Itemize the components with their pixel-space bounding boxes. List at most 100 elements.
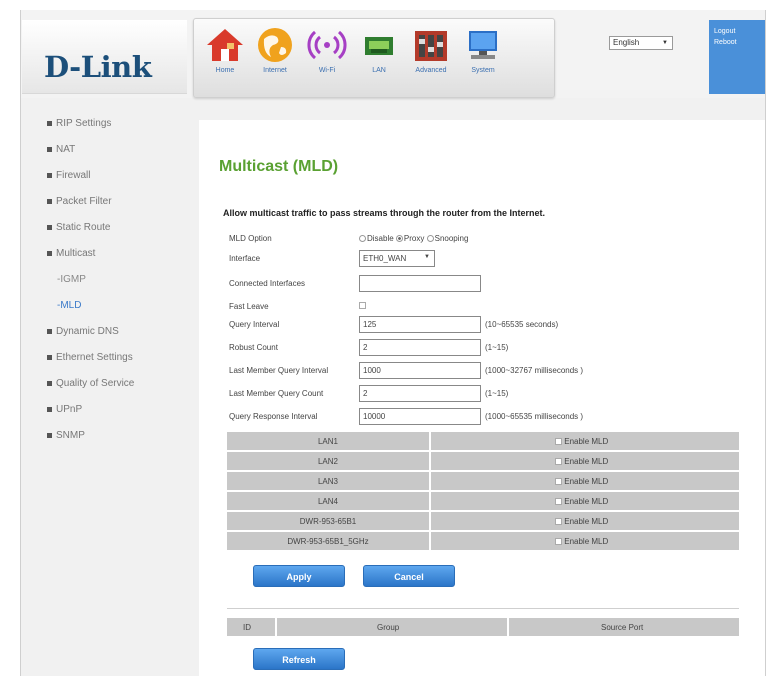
col-header-group: Group: [377, 623, 400, 632]
nav-wifi[interactable]: Wi-Fi: [304, 25, 350, 91]
sidebar-item-ethernet-settings[interactable]: Ethernet Settings: [21, 344, 197, 370]
lmq-count-row: Last Member Query Count 2 (1~15): [229, 385, 749, 403]
page-title: Multicast (MLD): [219, 158, 339, 175]
nav-system[interactable]: System: [460, 25, 506, 91]
sidebar-item-label: Dynamic DNS: [56, 325, 119, 337]
nav-label-internet: Internet: [263, 67, 287, 74]
bullet-icon: [47, 250, 52, 256]
sidebar-item-static-route[interactable]: Static Route: [21, 214, 197, 240]
bullet-icon: [47, 198, 52, 204]
port-enable-cell: Enable MLD: [431, 512, 739, 530]
enable-mld-label: Enable MLD: [564, 496, 609, 506]
sidebar-subitem-label: -MLD: [57, 299, 82, 311]
enable-mld-checkbox[interactable]: [555, 497, 562, 505]
language-select[interactable]: English ▼: [609, 36, 673, 50]
apply-button[interactable]: Apply: [253, 565, 345, 587]
sidebar-item-snmp[interactable]: SNMP: [21, 422, 197, 448]
header: D-Link Home Internet Wi-Fi LAN Advanced …: [21, 10, 765, 98]
radio-disable[interactable]: [359, 235, 366, 242]
port-enable-cell: Enable MLD: [431, 452, 739, 470]
enable-mld-label: Enable MLD: [564, 456, 609, 466]
radio-snooping-label: Snooping: [434, 234, 469, 243]
logo-box: D-Link: [22, 20, 187, 94]
cancel-button[interactable]: Cancel: [363, 565, 455, 587]
lmq-count-field[interactable]: 2: [359, 385, 481, 402]
table-row: DWR-953-65B1 Enable MLD: [227, 512, 739, 530]
main-content: Multicast (MLD) Allow multicast traffic …: [199, 120, 765, 676]
system-icon: [469, 31, 497, 59]
enable-mld-checkbox[interactable]: [555, 477, 562, 485]
sidebar-item-label: RIP Settings: [56, 117, 112, 129]
account-box: Logout Reboot: [709, 20, 765, 94]
sidebar-item-label: UPnP: [56, 403, 83, 415]
nav-advanced[interactable]: Advanced: [408, 25, 454, 91]
port-enable-cell: Enable MLD: [431, 492, 739, 510]
enable-mld-checkbox[interactable]: [555, 437, 562, 445]
sidebar-item-multicast[interactable]: Multicast: [21, 240, 197, 266]
qr-interval-field[interactable]: 10000: [359, 408, 481, 425]
sidebar-item-packet-filter[interactable]: Packet Filter: [21, 188, 197, 214]
reboot-link[interactable]: Reboot: [714, 37, 760, 48]
port-name: DWR-953-65B1: [227, 512, 431, 530]
nav-label-system: System: [471, 67, 495, 74]
sidebar-item-label: Ethernet Settings: [56, 351, 133, 363]
refresh-button[interactable]: Refresh: [253, 648, 345, 670]
language-value: English: [613, 38, 640, 47]
mld-option-radios: Disable Proxy Snooping: [359, 234, 468, 243]
radio-proxy[interactable]: [395, 235, 403, 242]
sidebar-item-nat[interactable]: NAT: [21, 136, 197, 162]
sidebar-item-upnp[interactable]: UPnP: [21, 396, 197, 422]
sidebar-item-rip-settings[interactable]: RIP Settings: [21, 110, 197, 136]
radio-disable-label: Disable: [367, 234, 394, 243]
port-enable-cell: Enable MLD: [431, 432, 739, 450]
nav-internet[interactable]: Internet: [252, 25, 298, 91]
enable-mld-label: Enable MLD: [564, 516, 609, 526]
lmq-interval-label: Last Member Query Interval: [229, 366, 329, 375]
chevron-down-icon: ▼: [662, 40, 668, 46]
enable-mld-checkbox[interactable]: [555, 517, 562, 525]
bullet-icon: [47, 146, 52, 152]
globe-icon: [258, 28, 292, 62]
nav-home[interactable]: Home: [202, 25, 248, 91]
sidebar-item-dynamic-dns[interactable]: Dynamic DNS: [21, 318, 197, 344]
home-icon: [207, 29, 243, 61]
page-description: Allow multicast traffic to pass streams …: [223, 208, 546, 218]
bullet-icon: [47, 224, 52, 230]
wifi-icon: [307, 30, 347, 60]
robust-count-row: Robust Count 2 (1~15): [229, 339, 749, 357]
nav-label-advanced: Advanced: [415, 67, 447, 74]
sidebar-item-label: Quality of Service: [56, 377, 135, 389]
radio-snooping[interactable]: [426, 235, 434, 242]
sidebar-subitem-igmp[interactable]: -IGMP: [21, 266, 197, 292]
lmq-interval-field[interactable]: 1000: [359, 362, 481, 379]
port-name: LAN4: [227, 492, 431, 510]
nav-lan[interactable]: LAN: [356, 25, 402, 91]
sidebar-subitem-mld[interactable]: -MLD: [21, 292, 197, 318]
sidebar-item-quality-of-service[interactable]: Quality of Service: [21, 370, 197, 396]
fast-leave-checkbox[interactable]: [359, 302, 366, 309]
nav-label-home: Home: [215, 67, 235, 74]
logout-link[interactable]: Logout: [714, 26, 760, 37]
bullet-icon: [47, 120, 52, 126]
enable-mld-checkbox[interactable]: [555, 537, 562, 545]
qr-interval-row: Query Response Interval 10000 (1000~6553…: [229, 408, 749, 426]
port-name: DWR-953-65B1_5GHz: [227, 532, 431, 550]
bullet-icon: [47, 406, 52, 412]
query-interval-field[interactable]: 125: [359, 316, 481, 333]
enable-mld-label: Enable MLD: [564, 476, 609, 486]
bullet-icon: [47, 354, 52, 360]
query-interval-label: Query Interval: [229, 320, 280, 329]
robust-count-field[interactable]: 2: [359, 339, 481, 356]
enable-mld-checkbox[interactable]: [555, 457, 562, 465]
advanced-icon: [415, 31, 447, 61]
interface-select[interactable]: ETH0_WAN ▼: [359, 250, 435, 267]
query-interval-hint: (10~65535 seconds): [485, 320, 559, 329]
query-interval-row: Query Interval 125 (10~65535 seconds): [229, 316, 749, 334]
sidebar: RIP Settings NAT Firewall Packet Filter …: [21, 110, 197, 448]
dlink-logo: D-Link: [44, 50, 152, 84]
connected-interfaces-field[interactable]: [359, 275, 481, 292]
sidebar-item-firewall[interactable]: Firewall: [21, 162, 197, 188]
interface-row: Interface ETH0_WAN ▼: [229, 250, 749, 268]
port-name: LAN2: [227, 452, 431, 470]
robust-count-label: Robust Count: [229, 343, 278, 352]
